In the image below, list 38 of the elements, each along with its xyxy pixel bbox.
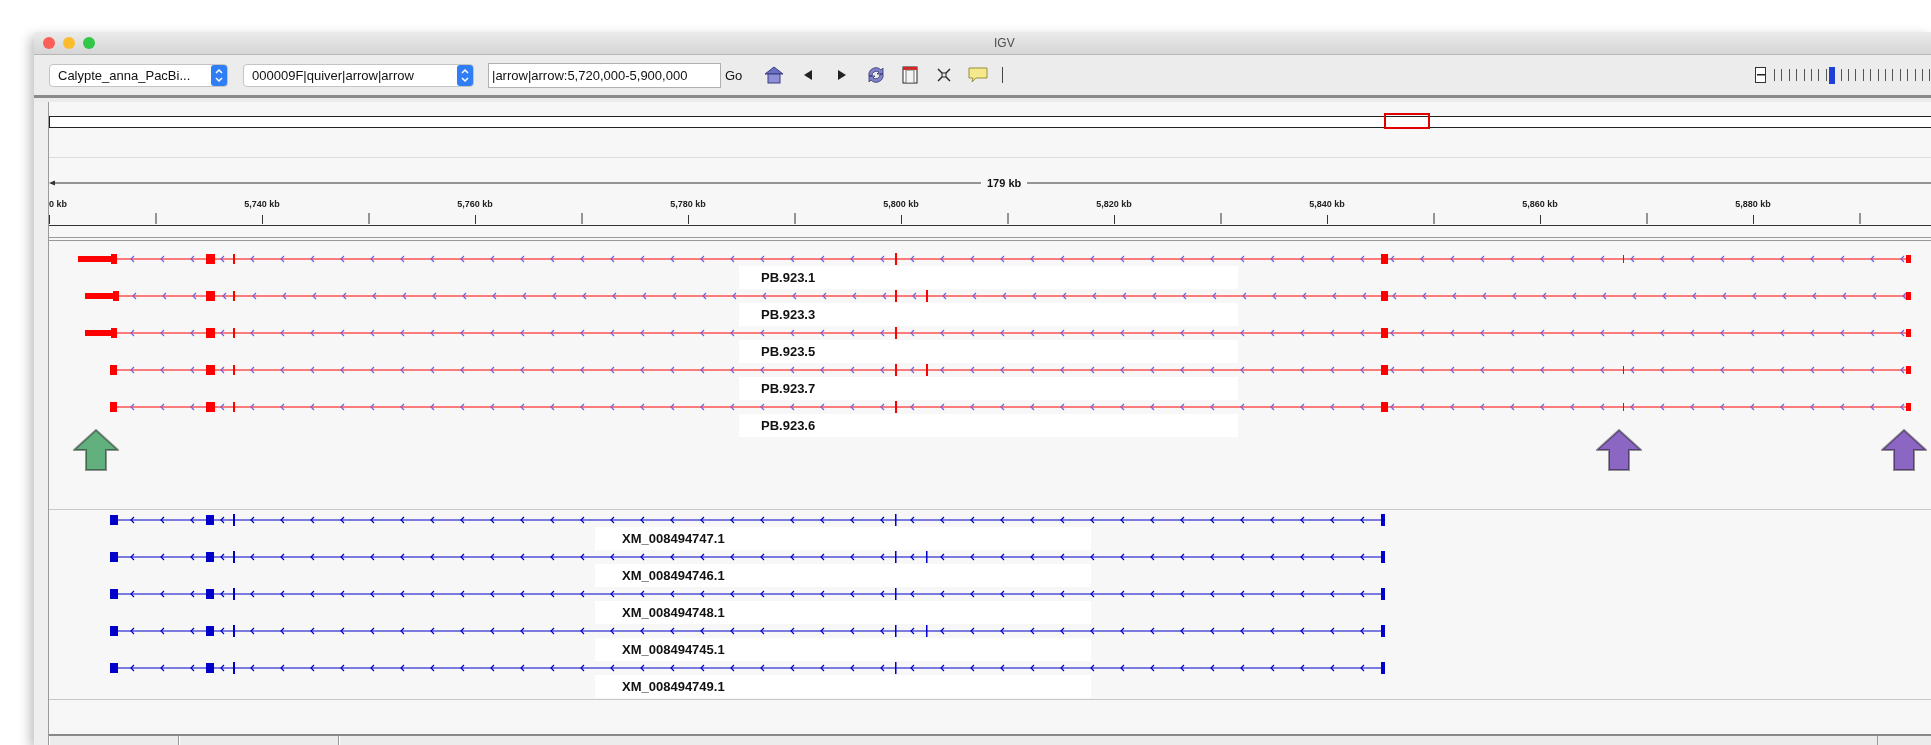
home-icon — [764, 66, 785, 84]
tick-label: 5,760 kb — [457, 199, 493, 209]
tick-label: 5,800 kb — [883, 199, 919, 209]
transcript-label: XM_008494746.1 — [595, 564, 1091, 587]
region-icon — [902, 66, 919, 84]
transcript-label: XM_008494748.1 — [595, 601, 1091, 624]
tick-label: 5,860 kb — [1522, 199, 1558, 209]
locus-field[interactable]: |arrow|arrow:5,720,000-5,900,000 — [488, 62, 721, 88]
tick-label: 5,740 kb — [244, 199, 280, 209]
slider-thumb[interactable] — [1829, 67, 1836, 84]
transcript-label: PB.923.6 — [739, 414, 1238, 437]
stepper-icon — [457, 64, 473, 86]
transcript-label: PB.923.5 — [739, 340, 1238, 363]
transcript-label: XM_008494749.1 — [595, 675, 1091, 698]
transcript-label: PB.923.7 — [739, 377, 1238, 400]
tick-label: 5,840 kb — [1309, 199, 1345, 209]
span-label: 179 kb — [981, 177, 1028, 189]
stepper-icon — [211, 64, 227, 86]
region-box — [1384, 113, 1430, 129]
go-button[interactable]: Go — [721, 67, 747, 83]
transcript-label: XM_008494745.1 — [595, 638, 1091, 661]
refresh-icon — [866, 65, 887, 85]
back-icon — [804, 70, 813, 80]
tick-label: 0 kb — [49, 199, 67, 209]
speech-bubble-icon — [968, 67, 989, 83]
chromosome-dropdown[interactable]: 000009F|quiver|arrow|arrow — [243, 63, 474, 87]
transcript-label: PB.923.3 — [739, 303, 1238, 326]
tick-label: 5,780 kb — [670, 199, 706, 209]
tick-label: 5,880 kb — [1735, 199, 1771, 209]
zoom-out-button[interactable] — [1755, 67, 1766, 83]
tick-label: 5,820 kb — [1096, 199, 1132, 209]
window-title: IGV — [994, 36, 1015, 50]
genome-dropdown[interactable]: Calypte_anna_PacBi... — [49, 63, 228, 87]
transcript-label: XM_008494747.1 — [595, 527, 1091, 550]
forward-icon — [838, 70, 847, 80]
transcript-label: PB.923.1 — [739, 266, 1238, 289]
minus-icon — [1756, 74, 1765, 76]
resize-icon — [937, 68, 952, 82]
